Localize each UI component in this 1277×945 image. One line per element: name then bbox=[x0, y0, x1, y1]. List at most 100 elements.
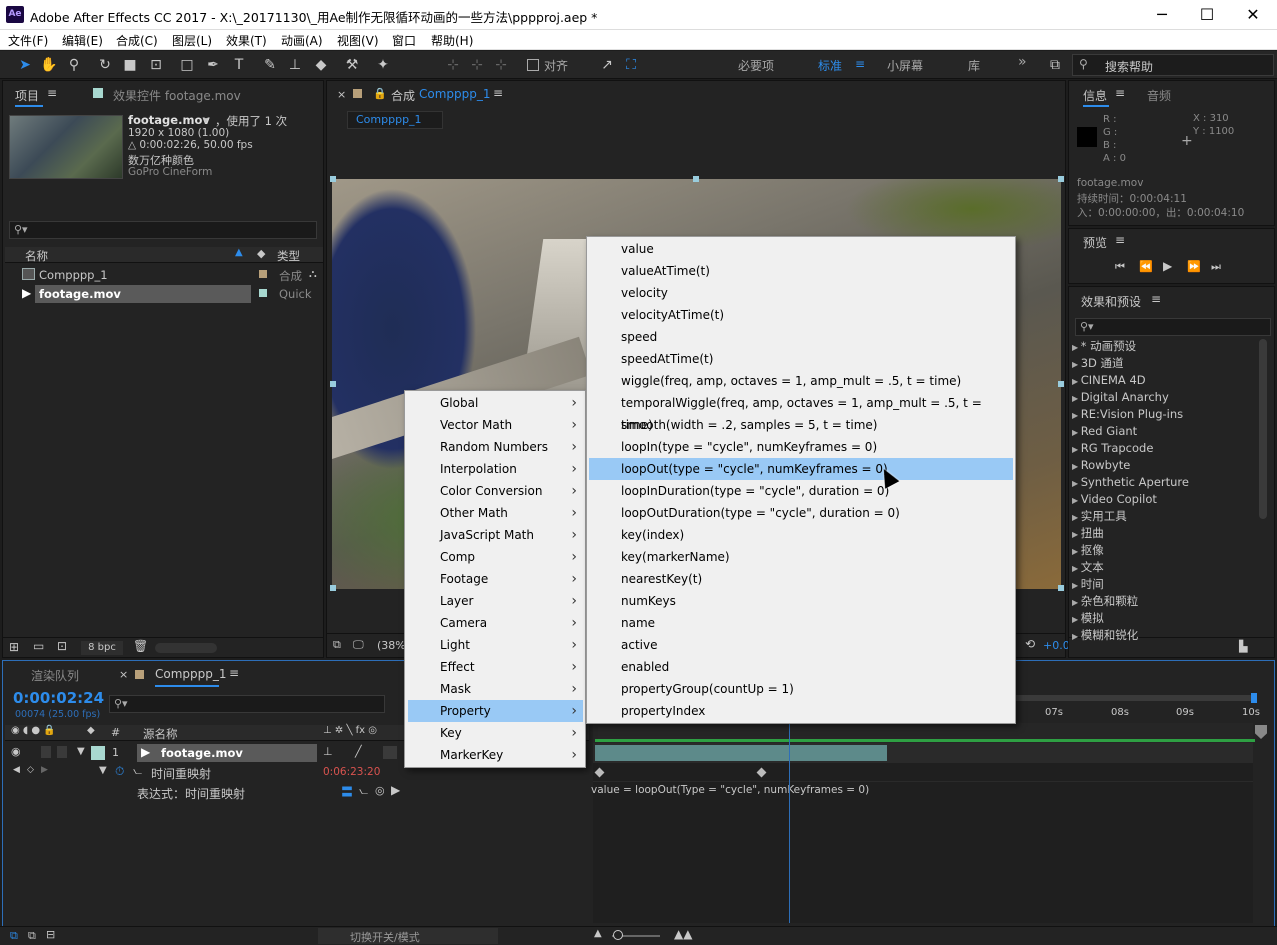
effects-category-item[interactable]: ▶ 杂色和颗粒 bbox=[1072, 593, 1262, 610]
menu-animation[interactable]: 动画(A) bbox=[281, 32, 323, 49]
menu-category-item[interactable]: Interpolation › bbox=[408, 458, 583, 480]
property-method-item[interactable]: temporalWiggle(freq, amp, octaves = 1, a… bbox=[589, 392, 1013, 432]
property-method-item[interactable]: value bbox=[589, 238, 1013, 260]
transform-handle[interactable] bbox=[330, 381, 336, 387]
preview-menu-icon[interactable]: ≡ bbox=[1115, 233, 1125, 247]
draft-3d-icon[interactable]: ⧉ bbox=[28, 929, 36, 943]
property-method-item[interactable]: speedAtTime(t) bbox=[589, 348, 1013, 370]
expand-arrow-icon[interactable]: ▶ bbox=[1072, 547, 1081, 556]
rectangle-tool-icon[interactable]: □ bbox=[178, 56, 196, 74]
timeline-search-input[interactable]: ⚲▾ bbox=[109, 695, 385, 713]
property-method-item[interactable]: name bbox=[589, 612, 1013, 634]
expression-pickwhip-icon[interactable]: ◎ bbox=[375, 784, 385, 797]
property-method-item[interactable]: enabled bbox=[589, 656, 1013, 678]
menu-category-item[interactable]: Global › bbox=[408, 392, 583, 414]
property-method-item[interactable]: nearestKey(t) bbox=[589, 568, 1013, 590]
tab-timeline-comp[interactable]: Compppp_1 bbox=[155, 667, 227, 681]
menu-category-item[interactable]: Other Math › bbox=[408, 502, 583, 524]
expand-arrow-icon[interactable]: ▶ bbox=[1072, 513, 1081, 522]
menu-category-item[interactable]: Property › bbox=[408, 700, 583, 722]
comp-mini-flowchart-icon[interactable]: ⧉ bbox=[10, 929, 18, 943]
property-method-item[interactable]: loopOut(type = "cycle", numKeyframes = 0… bbox=[589, 458, 1013, 480]
rotate-tool-icon[interactable]: ↻ bbox=[96, 56, 114, 74]
pan-behind-tool-icon[interactable]: ⊡ bbox=[147, 56, 165, 74]
playhead-line[interactable] bbox=[789, 723, 790, 923]
close-tab-icon[interactable]: × bbox=[119, 668, 128, 681]
menu-edit[interactable]: 编辑(E) bbox=[62, 32, 103, 49]
menu-file[interactable]: 文件(F) bbox=[8, 32, 48, 49]
last-frame-icon[interactable]: ⏭ bbox=[1211, 260, 1221, 274]
minimize-button[interactable]: ─ bbox=[1147, 4, 1177, 26]
layer-duration-bar[interactable] bbox=[595, 745, 887, 761]
quality-switch-icon[interactable]: ╱ bbox=[355, 745, 362, 758]
expand-arrow-icon[interactable]: ▶ bbox=[1072, 462, 1081, 471]
layer-expand-icon[interactable]: ▼ bbox=[77, 746, 85, 757]
project-item-footage[interactable]: ▶ footage.mov Quick bbox=[5, 285, 323, 303]
view-axis-icon[interactable]: ⊹ bbox=[492, 56, 510, 74]
menu-category-item[interactable]: MarkerKey › bbox=[408, 744, 583, 766]
expression-enable-icon[interactable]: 〓 bbox=[341, 783, 353, 800]
tab-effect-controls[interactable]: 效果控件 footage.mov bbox=[113, 87, 241, 104]
next-keyframe-icon[interactable]: ▶ bbox=[41, 765, 48, 775]
effects-category-item[interactable]: ▶ CINEMA 4D bbox=[1072, 372, 1262, 389]
menu-layer[interactable]: 图层(L) bbox=[172, 32, 212, 49]
menu-category-item[interactable]: Key › bbox=[408, 722, 583, 744]
expand-arrow-icon[interactable]: ▶ bbox=[1072, 479, 1081, 488]
project-item-comp[interactable]: Compppp_1 合成 ⛬ bbox=[5, 266, 323, 284]
comp-tab-prefix[interactable]: 合成 bbox=[391, 87, 415, 104]
work-area-end-handle[interactable] bbox=[1251, 693, 1257, 703]
column-type[interactable]: 类型 bbox=[277, 248, 300, 264]
expression-text[interactable]: value = loopOut(Type = "cycle", numKeyfr… bbox=[591, 784, 869, 796]
always-preview-icon[interactable]: ⧉ bbox=[333, 638, 341, 652]
transform-handle[interactable] bbox=[1058, 176, 1064, 182]
menu-category-item[interactable]: Comp › bbox=[408, 546, 583, 568]
eraser-tool-icon[interactable]: ◆ bbox=[312, 56, 330, 74]
effects-category-item[interactable]: ▶ 模拟 bbox=[1072, 610, 1262, 627]
tab-audio[interactable]: 音频 bbox=[1147, 87, 1171, 104]
expand-arrow-icon[interactable]: ▶ bbox=[1072, 530, 1081, 539]
property-method-item[interactable]: loopInDuration(type = "cycle", duration … bbox=[589, 480, 1013, 502]
comp-breadcrumb[interactable]: Compppp_1 bbox=[347, 111, 443, 129]
maximize-button[interactable]: ☐ bbox=[1192, 4, 1222, 26]
puppet-pin-tool-icon[interactable]: ✦ bbox=[374, 56, 392, 74]
expand-arrow-icon[interactable]: ▶ bbox=[1072, 615, 1081, 624]
project-menu-icon[interactable]: ≡ bbox=[47, 86, 57, 100]
effects-category-item[interactable]: ▶ Synthetic Aperture bbox=[1072, 474, 1262, 491]
expand-arrow-icon[interactable]: ▶ bbox=[1072, 377, 1081, 386]
clone-stamp-tool-icon[interactable]: ⊥ bbox=[286, 56, 304, 74]
expand-arrow-icon[interactable]: ▶ bbox=[1072, 394, 1081, 403]
comp-tab-name[interactable]: Compppp_1 bbox=[419, 87, 491, 101]
property-method-item[interactable]: loopOutDuration(type = "cycle", duration… bbox=[589, 502, 1013, 524]
sync-settings-icon[interactable]: ⧉ bbox=[1046, 56, 1064, 74]
snap-checkbox[interactable] bbox=[527, 59, 539, 71]
toggle-switches-modes-button[interactable]: 切换开关/模式 bbox=[318, 928, 498, 944]
close-button[interactable]: ✕ bbox=[1238, 4, 1268, 26]
property-method-item[interactable]: propertyIndex bbox=[589, 700, 1013, 722]
effects-category-item[interactable]: ▶ Video Copilot bbox=[1072, 491, 1262, 508]
menu-view[interactable]: 视图(V) bbox=[337, 32, 379, 49]
visibility-eye-icon[interactable]: ◉ bbox=[11, 745, 21, 758]
expression-language-menu-icon[interactable]: ▶ bbox=[391, 783, 400, 797]
graph-icon[interactable]: ⦦ bbox=[133, 764, 142, 778]
expand-arrow-icon[interactable]: ▶ bbox=[1072, 445, 1081, 454]
local-axis-icon[interactable]: ⊹ bbox=[444, 56, 462, 74]
reset-exposure-icon[interactable]: ⟲ bbox=[1025, 637, 1035, 651]
property-method-item[interactable]: velocity bbox=[589, 282, 1013, 304]
column-name[interactable]: 名称 bbox=[25, 248, 48, 264]
workspace-more-button[interactable]: » bbox=[1018, 54, 1027, 70]
effects-category-item[interactable]: ▶ 模糊和锐化 bbox=[1072, 627, 1262, 644]
menu-effect[interactable]: 效果(T) bbox=[226, 32, 267, 49]
expression-graph-icon[interactable]: ⦦ bbox=[359, 784, 368, 798]
effects-category-item[interactable]: ▶ Rowbyte bbox=[1072, 457, 1262, 474]
menu-category-item[interactable]: Footage › bbox=[408, 568, 583, 590]
info-menu-icon[interactable]: ≡ bbox=[1115, 86, 1125, 100]
transform-handle[interactable] bbox=[693, 176, 699, 182]
first-frame-icon[interactable]: ⏮ bbox=[1115, 260, 1125, 274]
expand-arrow-icon[interactable]: ▶ bbox=[1072, 343, 1081, 352]
selection-tool-icon[interactable]: ➤ bbox=[16, 56, 34, 74]
effects-category-item[interactable]: ▶ 时间 bbox=[1072, 576, 1262, 593]
menu-category-item[interactable]: Camera › bbox=[408, 612, 583, 634]
property-method-item[interactable]: smooth(width = .2, samples = 5, t = time… bbox=[589, 414, 1013, 436]
lock-switch[interactable] bbox=[57, 746, 67, 758]
stopwatch-icon[interactable]: ⏱ bbox=[115, 764, 124, 779]
